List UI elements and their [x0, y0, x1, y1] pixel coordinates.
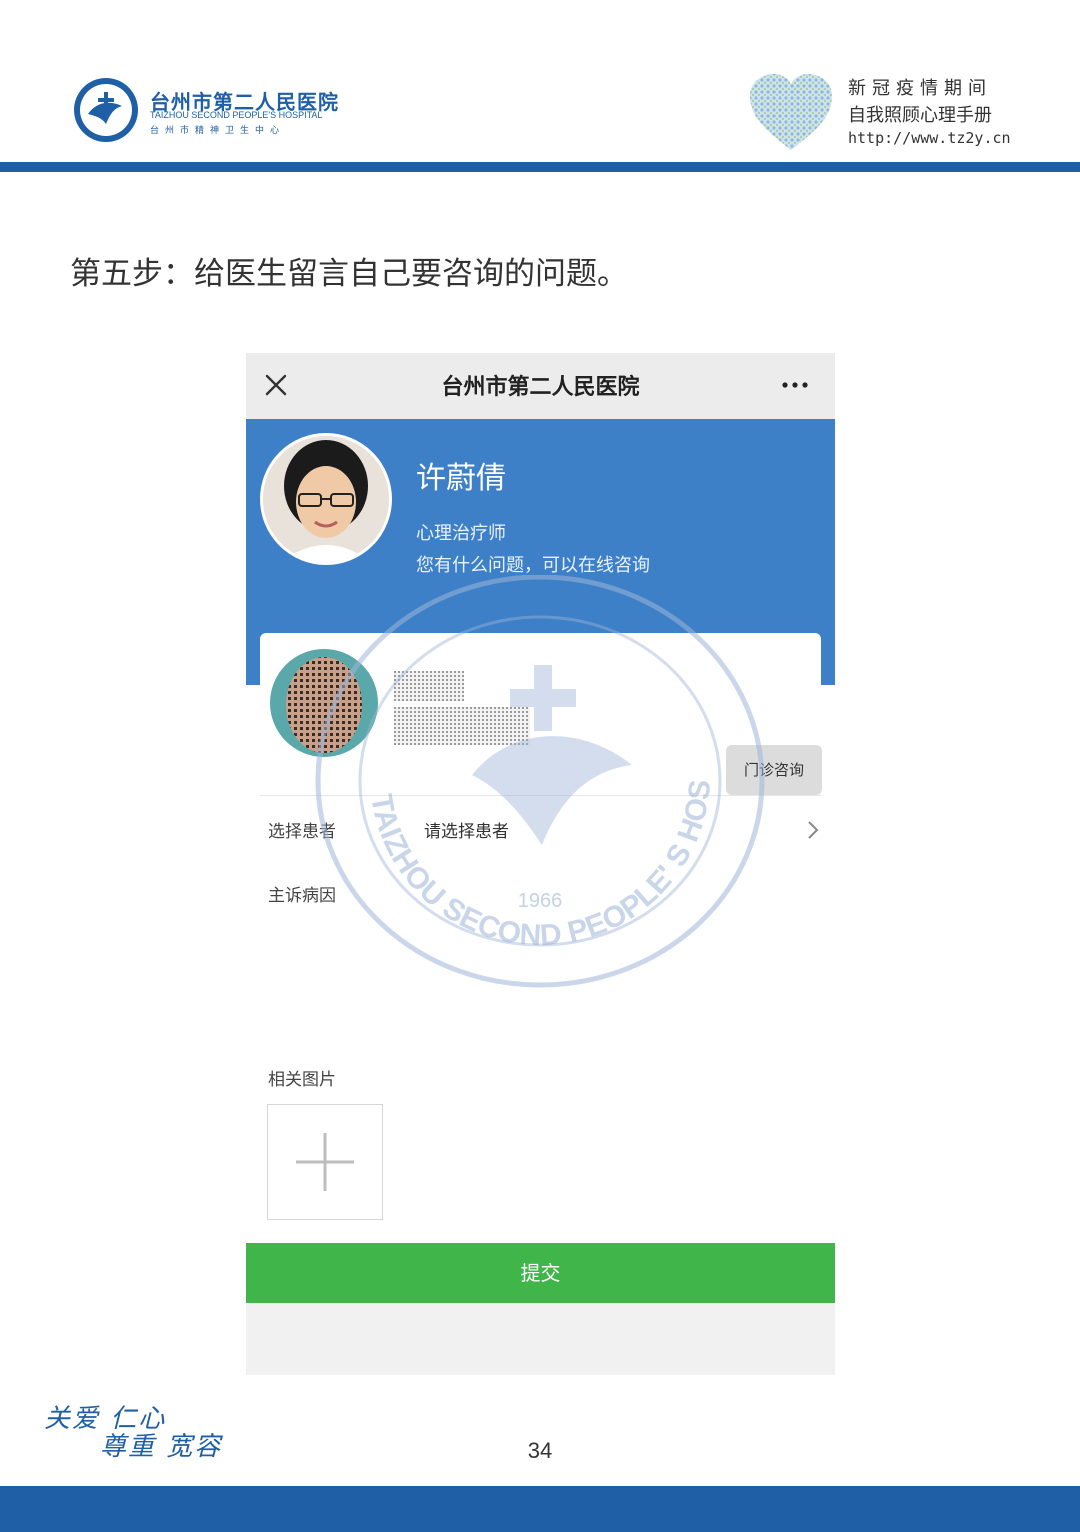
outpatient-consult-button[interactable]: 门诊咨询 — [726, 745, 822, 795]
heart-mosaic-icon — [750, 74, 832, 150]
hospital-logo-icon — [74, 78, 138, 142]
chevron-right-icon[interactable] — [806, 819, 820, 841]
header-divider — [0, 162, 1080, 172]
add-photo-button[interactable] — [267, 1104, 383, 1220]
select-patient-field[interactable]: 请选择患者 — [424, 817, 509, 842]
handbook-title-line1: 新冠疫情期间 — [848, 78, 992, 99]
hospital-subtitle: 台州市精神卫生中心 — [150, 125, 286, 135]
hospital-name-english: TAIZHOU SECOND PEOPLE'S HOSPITAL — [150, 110, 323, 120]
select-patient-label: 选择患者 — [268, 822, 336, 842]
doctor-avatar — [260, 433, 392, 565]
motto-line2: 尊重 宽容 — [100, 1432, 223, 1462]
chief-complaint-input[interactable] — [424, 873, 818, 1037]
patient-avatar-blurred — [270, 649, 378, 757]
doctor-title: 心理治疗师 — [416, 523, 506, 544]
plus-icon — [296, 1133, 354, 1191]
submit-button[interactable]: 提交 — [246, 1243, 835, 1303]
nav-title: 台州市第二人民医院 — [441, 375, 640, 400]
phone-bottom-area — [246, 1303, 835, 1375]
step-title: 第五步：给医生留言自己要咨询的问题。 — [70, 256, 628, 292]
phone-screenshot: 台州市第二人民医院 许蔚倩 心理治疗师 您有什么问题，可以在线咨询 门诊咨询 选… — [246, 353, 835, 1375]
chief-complaint-label: 主诉病因 — [268, 886, 336, 906]
divider — [260, 795, 821, 796]
page-number: 34 — [527, 1438, 553, 1463]
footer-bar — [0, 1486, 1080, 1532]
related-photos-label: 相关图片 — [268, 1070, 336, 1090]
doctor-description: 您有什么问题，可以在线咨询 — [416, 555, 650, 576]
handbook-title-line2: 自我照顾心理手册 — [848, 105, 992, 126]
patient-name-blurred — [394, 671, 530, 745]
doctor-name: 许蔚倩 — [416, 461, 506, 496]
handbook-url: http://www.tz2y.cn — [848, 129, 1011, 147]
more-icon[interactable] — [778, 373, 812, 397]
